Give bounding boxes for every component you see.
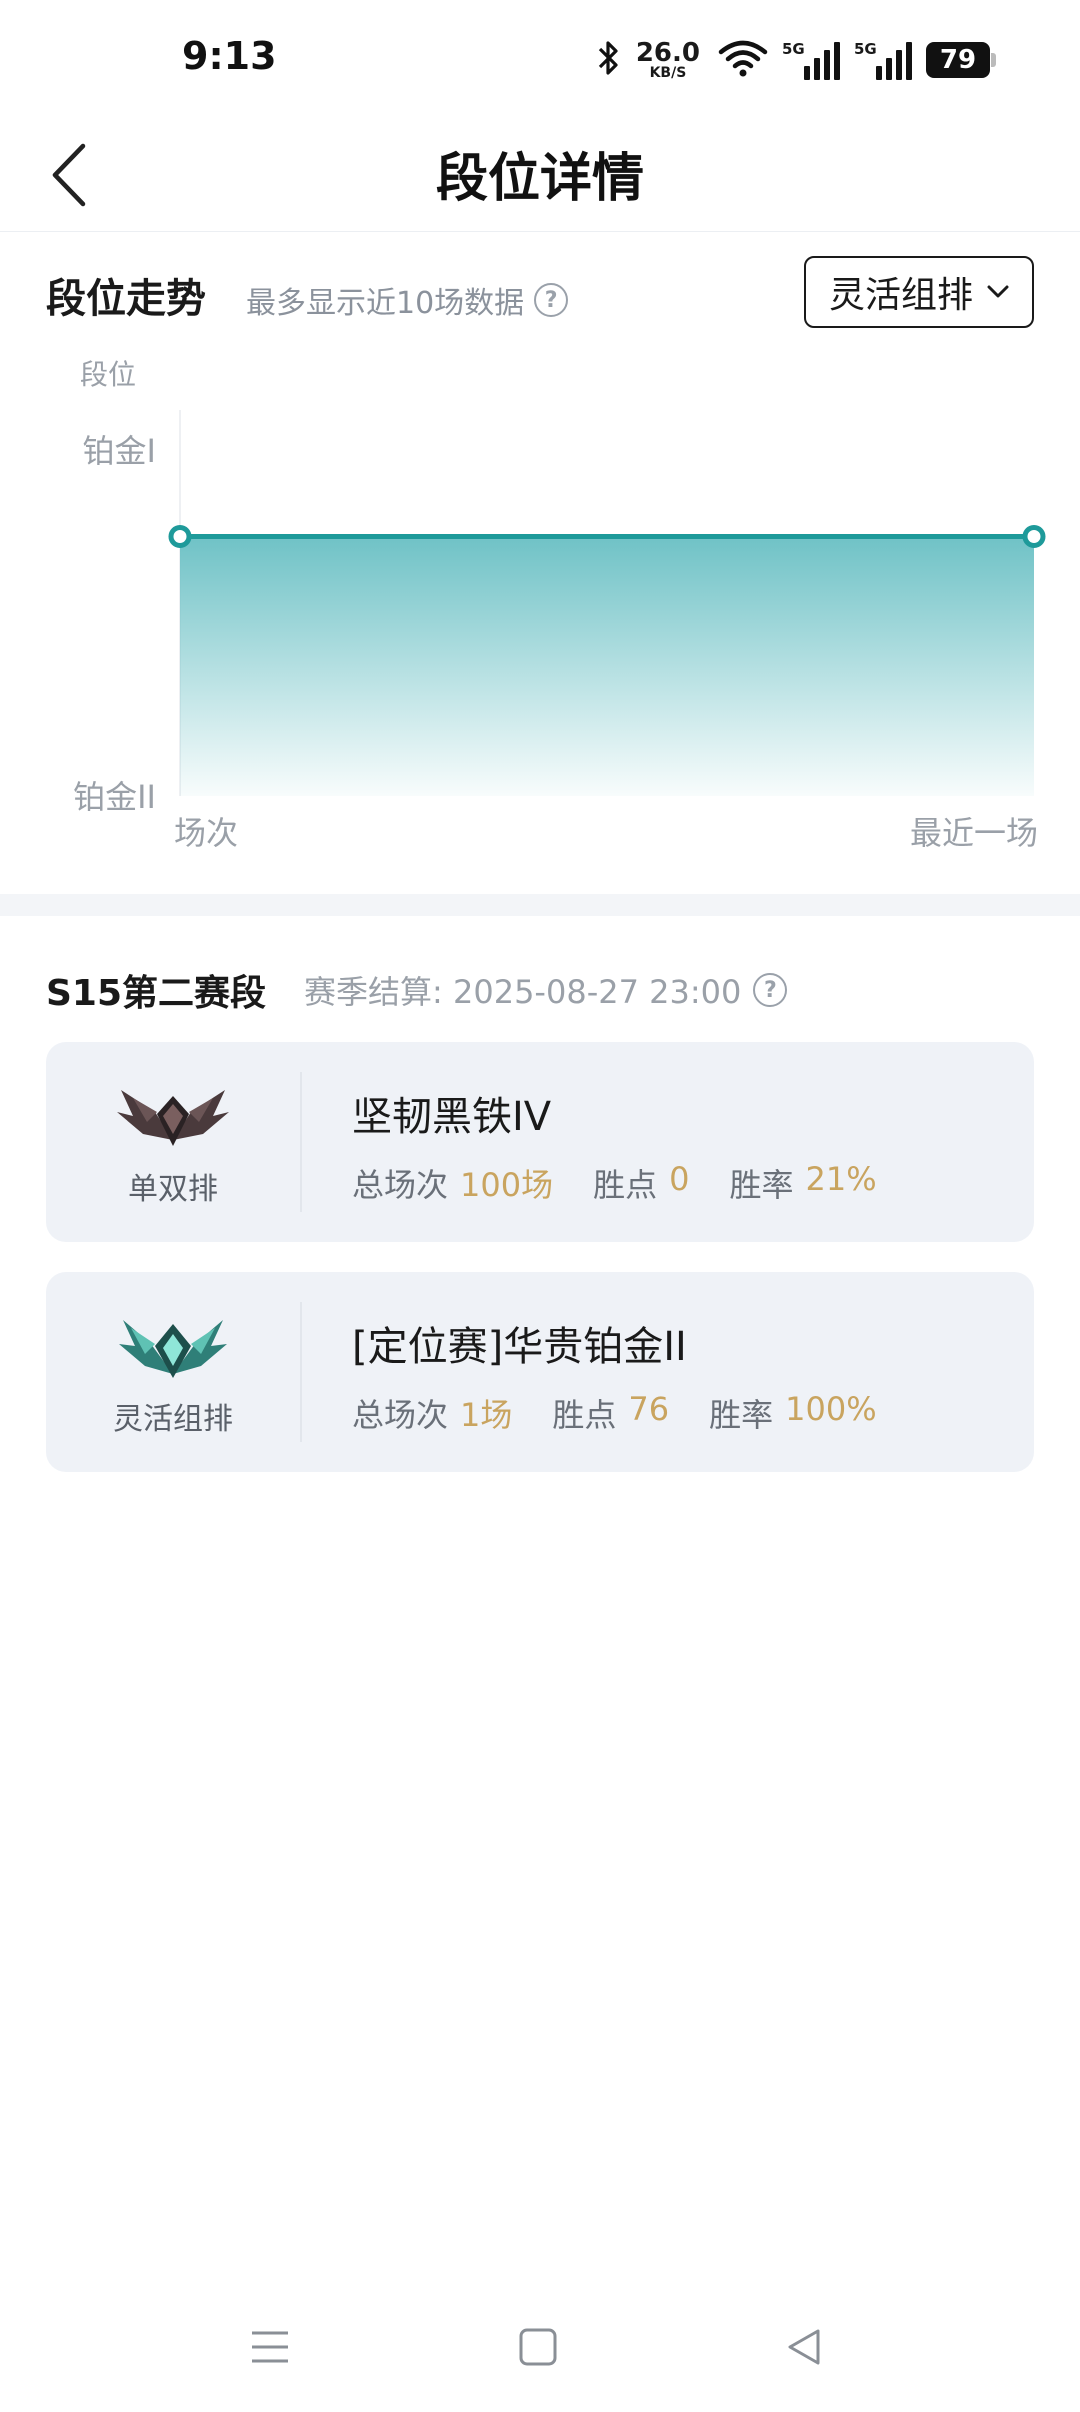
y-tick-label: 铂金II (73, 778, 156, 816)
cell-signal-icon: 5G (854, 40, 912, 80)
net-speed: 26.0 KB/S (635, 38, 700, 81)
wifi-icon (718, 38, 768, 82)
chevron-down-icon (987, 285, 1009, 298)
win-rate: 21% (805, 1160, 877, 1198)
trend-chart: 段位 铂金II 铂金I 场次 最近一场 (73, 358, 1046, 852)
status-bar: 9:13 26.0 KB/S 5G 5G 79 (0, 0, 1080, 120)
season-settle: 赛季结算: 2025-08-27 23:00 ? (304, 967, 788, 1013)
menu-icon (252, 2331, 288, 2363)
mode-select-value: 灵活组排 (828, 275, 973, 316)
header: 段位详情 (0, 120, 1080, 232)
series-area (180, 536, 1034, 796)
back-triangle-icon (788, 2329, 820, 2365)
system-nav-bar (0, 2292, 1080, 2412)
back-nav-button[interactable] (764, 2312, 844, 2382)
queue-name: 灵活组排 (113, 1402, 233, 1437)
y-axis-title: 段位 (80, 358, 136, 391)
page-title: 段位详情 (435, 149, 644, 209)
help-icon[interactable]: ? (534, 283, 569, 317)
league-points: 0 (669, 1160, 690, 1198)
total-games: 1场 (460, 1396, 513, 1434)
rank-name: 坚韧黑铁IV (352, 1094, 552, 1140)
x-axis-start-label: 场次 (174, 814, 238, 852)
bluetooth-icon (596, 38, 622, 82)
help-icon[interactable]: ? (753, 973, 788, 1007)
league-points: 76 (628, 1390, 670, 1428)
iron-emblem-icon (117, 1090, 229, 1146)
rank-card-solo[interactable]: 单双排 坚韧黑铁IV 总场次 100场 胜点 0 胜率 21% (46, 1042, 1034, 1242)
season-title: S15第二赛段 (46, 973, 267, 1014)
rank-stats: 总场次 100场 胜点 0 胜率 21% (352, 1160, 877, 1204)
menu-button[interactable] (230, 2312, 310, 2382)
cell-signal-icon: 5G (782, 40, 840, 80)
data-point (168, 525, 192, 548)
trend-title: 段位走势 (46, 276, 206, 322)
y-tick-label: 铂金I (83, 432, 156, 470)
mode-select[interactable]: 灵活组排 (804, 256, 1034, 328)
status-time: 9:13 (182, 34, 277, 78)
total-games: 100场 (460, 1166, 554, 1204)
win-rate: 100% (785, 1390, 877, 1428)
season-header: S15第二赛段 赛季结算: 2025-08-27 23:00 ? (46, 962, 1034, 1018)
section-divider (0, 894, 1080, 916)
battery-icon: 79 (926, 42, 996, 78)
home-button[interactable] (498, 2312, 578, 2382)
queue-name: 单双排 (128, 1172, 218, 1207)
platinum-emblem-icon (119, 1320, 227, 1378)
status-icons: 26.0 KB/S 5G 5G 79 (596, 30, 996, 90)
rank-name: [定位赛]华贵铂金II (352, 1324, 687, 1370)
trend-header: 段位走势 最多显示近10场数据 ? 灵活组排 (46, 256, 1034, 332)
data-point (1022, 525, 1046, 548)
rank-card-flex[interactable]: 灵活组排 [定位赛]华贵铂金II 总场次 1场 胜点 76 胜率 100% (46, 1272, 1034, 1472)
trend-hint: 最多显示近10场数据 ? (246, 278, 569, 322)
x-axis-end-label: 最近一场 (910, 814, 1038, 852)
home-square-icon (519, 2328, 557, 2366)
rank-stats: 总场次 1场 胜点 76 胜率 100% (352, 1390, 877, 1434)
